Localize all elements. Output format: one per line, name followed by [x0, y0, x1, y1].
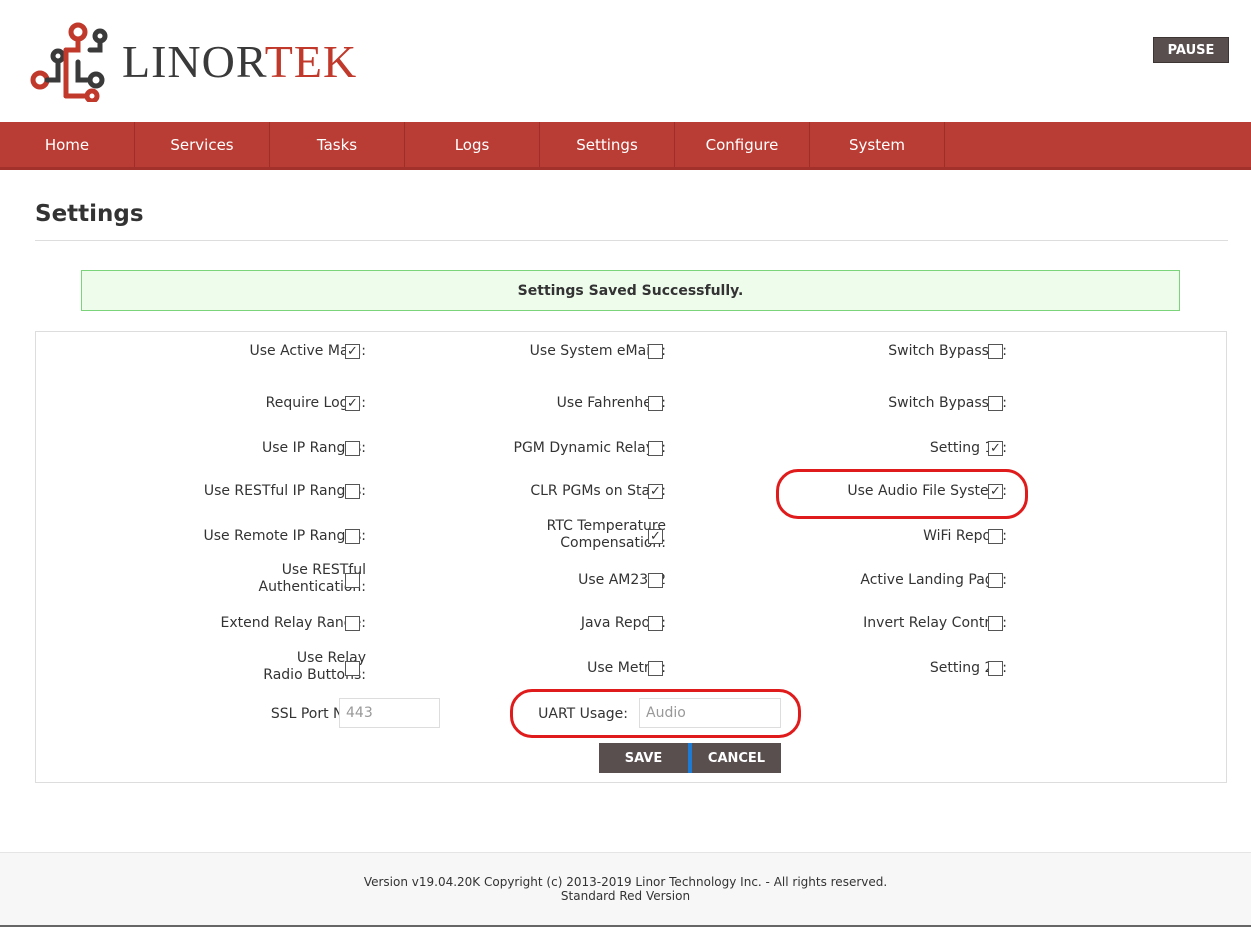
settings-row: Use Active Main: ✓ Use System eMails: Sw…	[36, 342, 1228, 362]
nav-item-tasks[interactable]: Tasks	[270, 122, 405, 167]
footer-copyright: Version v19.04.20K Copyright (c) 2013-20…	[363, 875, 888, 889]
cancel-button[interactable]: CANCEL	[692, 743, 781, 773]
nav-item-home[interactable]: Home	[0, 122, 135, 167]
footer: Version v19.04.20K Copyright (c) 2013-20…	[0, 852, 1251, 927]
use-fahrenheit-checkbox[interactable]	[648, 396, 663, 411]
circuit-logo-icon	[30, 22, 108, 102]
clr-pgms-on-start-checkbox[interactable]: ✓	[648, 484, 663, 499]
ssl-port-input[interactable]: 443	[339, 698, 440, 728]
logo-text-red: TEK	[264, 36, 358, 87]
use-restful-authentication-checkbox[interactable]	[345, 573, 360, 588]
invert-relay-control-checkbox[interactable]	[988, 616, 1003, 631]
use-am2302-checkbox[interactable]	[648, 573, 663, 588]
nav-item-system[interactable]: System	[810, 122, 945, 167]
logo-text-dark: LINOR	[122, 36, 265, 87]
setting-label: Invert Relay Control:	[863, 615, 1007, 631]
switch-bypass-1-checkbox[interactable]	[988, 344, 1003, 359]
settings-row: Use Remote IP Ranges: RTC Temperature Co…	[36, 518, 1228, 556]
extend-relay-range-checkbox[interactable]	[345, 616, 360, 631]
main-nav: Home Services Tasks Logs Settings Config…	[0, 122, 1251, 170]
use-remote-ip-ranges-checkbox[interactable]	[345, 529, 360, 544]
settings-row: Require Login: ✓ Use Fahrenheit: Switch …	[36, 394, 1228, 414]
use-active-main-checkbox[interactable]: ✓	[345, 344, 360, 359]
logo-wordmark: LINORTEK	[122, 39, 357, 85]
footer-version-edition: Standard Red Version	[560, 889, 691, 903]
require-login-checkbox[interactable]: ✓	[345, 396, 360, 411]
nav-item-settings[interactable]: Settings	[540, 122, 675, 167]
switch-bypass-2-checkbox[interactable]	[988, 396, 1003, 411]
use-ip-ranges-checkbox[interactable]	[345, 441, 360, 456]
settings-row: Use Relay Radio Buttons: Use Metric: Set…	[36, 650, 1228, 688]
page-title: Settings	[35, 201, 144, 227]
success-alert: Settings Saved Successfully.	[81, 270, 1180, 311]
title-divider	[35, 240, 1228, 241]
pause-button[interactable]: PAUSE	[1153, 37, 1229, 63]
use-system-emails-checkbox[interactable]	[648, 344, 663, 359]
setting-label: PGM Dynamic Relays:	[513, 440, 667, 456]
nav-item-logs[interactable]: Logs	[405, 122, 540, 167]
setting-19-checkbox[interactable]: ✓	[988, 441, 1003, 456]
highlight-audio-file-system	[776, 469, 1028, 519]
nav-item-configure[interactable]: Configure	[675, 122, 810, 167]
java-report-checkbox[interactable]	[648, 616, 663, 631]
use-restful-ip-ranges-checkbox[interactable]	[345, 484, 360, 499]
active-landing-page-checkbox[interactable]	[988, 573, 1003, 588]
wifi-report-checkbox[interactable]	[988, 529, 1003, 544]
setting-label: Use Remote IP Ranges:	[203, 528, 366, 544]
settings-row: Use RESTful IP Ranges: CLR PGMs on Start…	[36, 482, 1228, 502]
setting-label: RTC Temperature Compensation:	[546, 518, 666, 551]
settings-panel: Use Active Main: ✓ Use System eMails: Sw…	[35, 331, 1227, 783]
settings-row: Use RESTful Authentication: Use AM2302 A…	[36, 562, 1228, 600]
nav-item-services[interactable]: Services	[135, 122, 270, 167]
setting-label: Use RESTful IP Ranges:	[203, 483, 366, 499]
use-relay-radio-buttons-checkbox[interactable]	[345, 661, 360, 676]
setting-24-checkbox[interactable]	[988, 661, 1003, 676]
highlight-uart-usage	[510, 689, 801, 738]
save-button[interactable]: SAVE	[599, 743, 688, 773]
settings-row: Use IP Ranges: PGM Dynamic Relays: Setti…	[36, 439, 1228, 459]
rtc-temperature-compensation-checkbox[interactable]: ✓	[648, 529, 663, 544]
setting-label: Use System eMails:	[529, 343, 666, 359]
setting-label: CLR PGMs on Start:	[530, 483, 666, 499]
linortek-logo[interactable]: LINORTEK	[30, 18, 357, 106]
use-metric-checkbox[interactable]	[648, 661, 663, 676]
pgm-dynamic-relays-checkbox[interactable]	[648, 441, 663, 456]
setting-label: Active Landing Page:	[860, 572, 1007, 588]
settings-row: Extend Relay Range: Java Report: Invert …	[36, 614, 1228, 634]
